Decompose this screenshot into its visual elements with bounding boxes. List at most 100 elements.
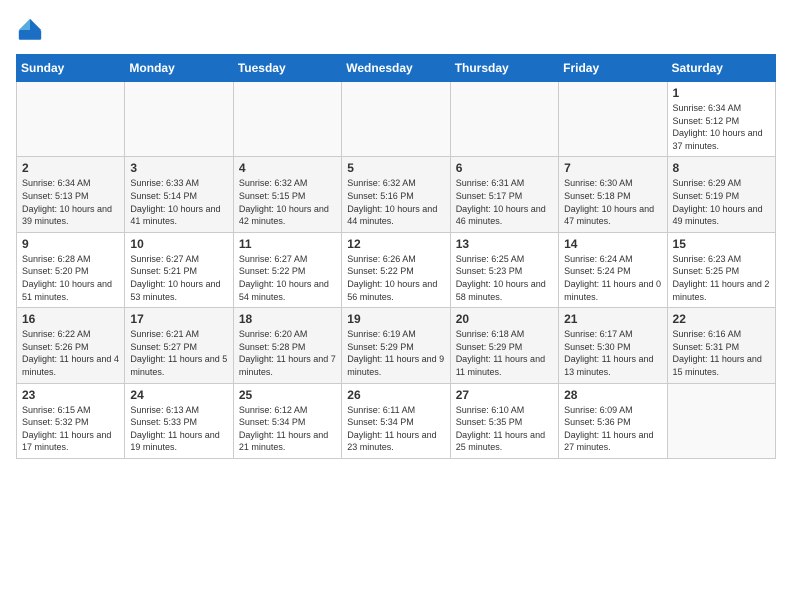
day-number: 22 bbox=[673, 312, 770, 326]
day-number: 12 bbox=[347, 237, 444, 251]
day-number: 2 bbox=[22, 161, 119, 175]
calendar-cell: 25Sunrise: 6:12 AM Sunset: 5:34 PM Dayli… bbox=[233, 383, 341, 458]
day-info: Sunrise: 6:11 AM Sunset: 5:34 PM Dayligh… bbox=[347, 404, 444, 454]
day-info: Sunrise: 6:23 AM Sunset: 5:25 PM Dayligh… bbox=[673, 253, 770, 303]
day-number: 18 bbox=[239, 312, 336, 326]
calendar-cell: 1 Sunrise: 6:34 AM Sunset: 5:12 PM Daylig… bbox=[667, 82, 775, 157]
day-number: 23 bbox=[22, 388, 119, 402]
calendar-cell: 20Sunrise: 6:18 AM Sunset: 5:29 PM Dayli… bbox=[450, 308, 558, 383]
calendar-cell: 26 Sunrise: 6:11 AM Sunset: 5:34 PM Dayli… bbox=[342, 383, 450, 458]
day-number: 24 bbox=[130, 388, 227, 402]
calendar-cell bbox=[233, 82, 341, 157]
day-number: 25 bbox=[239, 388, 336, 402]
logo bbox=[16, 16, 48, 44]
day-number: 14 bbox=[564, 237, 661, 251]
day-info: Sunrise: 6:21 AM Sunset: 5:27 PM Dayligh… bbox=[130, 328, 227, 378]
calendar-cell: 15 Sunrise: 6:23 AM Sunset: 5:25 PM Dayli… bbox=[667, 232, 775, 307]
day-info: Sunrise: 6:26 AM Sunset: 5:22 PM Dayligh… bbox=[347, 253, 444, 303]
day-info: Sunrise: 6:13 AM Sunset: 5:33 PM Dayligh… bbox=[130, 404, 227, 454]
calendar-cell: 2 Sunrise: 6:34 AM Sunset: 5:13 PM Daylig… bbox=[17, 157, 125, 232]
day-info: Sunrise: 6:34 AM Sunset: 5:13 PM Dayligh… bbox=[22, 177, 119, 227]
calendar-cell bbox=[125, 82, 233, 157]
calendar-cell: 5Sunrise: 6:32 AM Sunset: 5:16 PM Daylig… bbox=[342, 157, 450, 232]
calendar-cell: 13 Sunrise: 6:25 AM Sunset: 5:23 PM Dayli… bbox=[450, 232, 558, 307]
day-number: 3 bbox=[130, 161, 227, 175]
calendar-header-row: SundayMondayTuesdayWednesdayThursdayFrid… bbox=[17, 55, 776, 82]
day-info: Sunrise: 6:19 AM Sunset: 5:29 PM Dayligh… bbox=[347, 328, 444, 378]
day-info: Sunrise: 6:10 AM Sunset: 5:35 PM Dayligh… bbox=[456, 404, 553, 454]
day-number: 28 bbox=[564, 388, 661, 402]
calendar-cell: 10 Sunrise: 6:27 AM Sunset: 5:21 PM Dayli… bbox=[125, 232, 233, 307]
day-header-wednesday: Wednesday bbox=[342, 55, 450, 82]
day-info: Sunrise: 6:31 AM Sunset: 5:17 PM Dayligh… bbox=[456, 177, 553, 227]
calendar-cell: 16 Sunrise: 6:22 AM Sunset: 5:26 PM Dayli… bbox=[17, 308, 125, 383]
day-info: Sunrise: 6:34 AM Sunset: 5:12 PM Dayligh… bbox=[673, 102, 770, 152]
calendar-cell: 4Sunrise: 6:32 AM Sunset: 5:15 PM Daylig… bbox=[233, 157, 341, 232]
day-info: Sunrise: 6:25 AM Sunset: 5:23 PM Dayligh… bbox=[456, 253, 553, 303]
calendar-cell: 23 Sunrise: 6:15 AM Sunset: 5:32 PM Dayli… bbox=[17, 383, 125, 458]
calendar-cell: 17 Sunrise: 6:21 AM Sunset: 5:27 PM Dayli… bbox=[125, 308, 233, 383]
calendar-cell: 19 Sunrise: 6:19 AM Sunset: 5:29 PM Dayli… bbox=[342, 308, 450, 383]
day-number: 15 bbox=[673, 237, 770, 251]
day-header-sunday: Sunday bbox=[17, 55, 125, 82]
calendar-cell bbox=[667, 383, 775, 458]
calendar-week-1: 1 Sunrise: 6:34 AM Sunset: 5:12 PM Daylig… bbox=[17, 82, 776, 157]
day-info: Sunrise: 6:20 AM Sunset: 5:28 PM Dayligh… bbox=[239, 328, 336, 378]
day-number: 9 bbox=[22, 237, 119, 251]
calendar-cell: 9 Sunrise: 6:28 AM Sunset: 5:20 PM Daylig… bbox=[17, 232, 125, 307]
calendar-cell: 8 Sunrise: 6:29 AM Sunset: 5:19 PM Daylig… bbox=[667, 157, 775, 232]
day-number: 10 bbox=[130, 237, 227, 251]
day-info: Sunrise: 6:22 AM Sunset: 5:26 PM Dayligh… bbox=[22, 328, 119, 378]
calendar-week-5: 23 Sunrise: 6:15 AM Sunset: 5:32 PM Dayli… bbox=[17, 383, 776, 458]
calendar-cell bbox=[559, 82, 667, 157]
day-header-tuesday: Tuesday bbox=[233, 55, 341, 82]
day-info: Sunrise: 6:27 AM Sunset: 5:21 PM Dayligh… bbox=[130, 253, 227, 303]
calendar-cell: 12 Sunrise: 6:26 AM Sunset: 5:22 PM Dayli… bbox=[342, 232, 450, 307]
day-info: Sunrise: 6:28 AM Sunset: 5:20 PM Dayligh… bbox=[22, 253, 119, 303]
day-number: 17 bbox=[130, 312, 227, 326]
calendar-cell: 18 Sunrise: 6:20 AM Sunset: 5:28 PM Dayli… bbox=[233, 308, 341, 383]
day-number: 27 bbox=[456, 388, 553, 402]
calendar-table: SundayMondayTuesdayWednesdayThursdayFrid… bbox=[16, 54, 776, 459]
calendar-cell bbox=[17, 82, 125, 157]
calendar-week-3: 9 Sunrise: 6:28 AM Sunset: 5:20 PM Daylig… bbox=[17, 232, 776, 307]
calendar-body: 1 Sunrise: 6:34 AM Sunset: 5:12 PM Daylig… bbox=[17, 82, 776, 459]
day-info: Sunrise: 6:16 AM Sunset: 5:31 PM Dayligh… bbox=[673, 328, 770, 378]
page-header bbox=[16, 16, 776, 44]
calendar-week-4: 16 Sunrise: 6:22 AM Sunset: 5:26 PM Dayli… bbox=[17, 308, 776, 383]
day-info: Sunrise: 6:29 AM Sunset: 5:19 PM Dayligh… bbox=[673, 177, 770, 227]
calendar-cell: 14 Sunrise: 6:24 AM Sunset: 5:24 PM Dayli… bbox=[559, 232, 667, 307]
day-header-friday: Friday bbox=[559, 55, 667, 82]
day-info: Sunrise: 6:27 AM Sunset: 5:22 PM Dayligh… bbox=[239, 253, 336, 303]
day-number: 4 bbox=[239, 161, 336, 175]
calendar-cell bbox=[450, 82, 558, 157]
day-number: 1 bbox=[673, 86, 770, 100]
day-info: Sunrise: 6:15 AM Sunset: 5:32 PM Dayligh… bbox=[22, 404, 119, 454]
calendar-cell: 3 Sunrise: 6:33 AM Sunset: 5:14 PM Daylig… bbox=[125, 157, 233, 232]
calendar-cell: 24 Sunrise: 6:13 AM Sunset: 5:33 PM Dayli… bbox=[125, 383, 233, 458]
day-number: 26 bbox=[347, 388, 444, 402]
day-number: 19 bbox=[347, 312, 444, 326]
day-info: Sunrise: 6:09 AM Sunset: 5:36 PM Dayligh… bbox=[564, 404, 661, 454]
calendar-cell: 21Sunrise: 6:17 AM Sunset: 5:30 PM Dayli… bbox=[559, 308, 667, 383]
calendar-cell: 11Sunrise: 6:27 AM Sunset: 5:22 PM Dayli… bbox=[233, 232, 341, 307]
day-number: 8 bbox=[673, 161, 770, 175]
day-info: Sunrise: 6:33 AM Sunset: 5:14 PM Dayligh… bbox=[130, 177, 227, 227]
calendar-week-2: 2 Sunrise: 6:34 AM Sunset: 5:13 PM Daylig… bbox=[17, 157, 776, 232]
day-header-thursday: Thursday bbox=[450, 55, 558, 82]
day-number: 21 bbox=[564, 312, 661, 326]
logo-icon bbox=[16, 16, 44, 44]
day-number: 16 bbox=[22, 312, 119, 326]
calendar-cell: 28 Sunrise: 6:09 AM Sunset: 5:36 PM Dayli… bbox=[559, 383, 667, 458]
day-number: 6 bbox=[456, 161, 553, 175]
day-header-saturday: Saturday bbox=[667, 55, 775, 82]
calendar-cell: 7Sunrise: 6:30 AM Sunset: 5:18 PM Daylig… bbox=[559, 157, 667, 232]
calendar-cell: 22 Sunrise: 6:16 AM Sunset: 5:31 PM Dayli… bbox=[667, 308, 775, 383]
day-info: Sunrise: 6:24 AM Sunset: 5:24 PM Dayligh… bbox=[564, 253, 661, 303]
calendar-cell bbox=[342, 82, 450, 157]
calendar-cell: 6 Sunrise: 6:31 AM Sunset: 5:17 PM Daylig… bbox=[450, 157, 558, 232]
day-number: 20 bbox=[456, 312, 553, 326]
day-info: Sunrise: 6:30 AM Sunset: 5:18 PM Dayligh… bbox=[564, 177, 661, 227]
day-number: 13 bbox=[456, 237, 553, 251]
calendar-cell: 27 Sunrise: 6:10 AM Sunset: 5:35 PM Dayli… bbox=[450, 383, 558, 458]
